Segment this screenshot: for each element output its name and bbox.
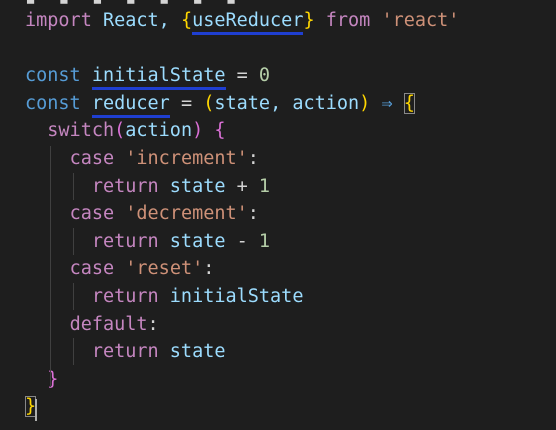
- code-line[interactable]: const reducer = (state, action) ⇒ {: [25, 90, 415, 118]
- code-token: initialState: [91, 65, 226, 91]
- code-line[interactable]: import React, {useReducer} from 'react': [25, 7, 460, 35]
- code-token: initialState: [169, 286, 304, 307]
- code-token: state: [169, 230, 226, 252]
- code-token: state, action: [214, 92, 360, 114]
- code-line[interactable]: const initialState = 0: [25, 62, 271, 91]
- indent-guide: [73, 173, 74, 200]
- code-token: {: [403, 92, 415, 114]
- code-token: 'react': [381, 10, 460, 31]
- code-token: ): [192, 120, 204, 142]
- code-token: 0: [258, 65, 271, 87]
- code-token: -: [225, 230, 259, 252]
- code-line[interactable]: case 'decrement':: [25, 200, 259, 227]
- code-token: state: [169, 341, 226, 363]
- code-token: :: [247, 203, 259, 225]
- code-token: :: [147, 313, 159, 335]
- code-token: =: [225, 65, 259, 87]
- indent-guide: [73, 338, 74, 365]
- code-token: 1: [258, 230, 271, 252]
- text-cursor: [35, 399, 37, 421]
- code-token: :: [203, 258, 215, 280]
- code-token: React,: [91, 10, 181, 31]
- code-token: 1: [258, 175, 271, 197]
- code-token: case: [69, 258, 115, 280]
- code-line[interactable]: return initialState: [25, 283, 304, 310]
- code-token: {: [214, 120, 226, 142]
- code-token: }: [303, 10, 315, 31]
- code-line[interactable]: default:: [25, 311, 159, 338]
- code-token: switch: [47, 120, 115, 142]
- indent-guide: [73, 228, 74, 255]
- code-token: case: [69, 203, 115, 225]
- code-token: ): [359, 92, 371, 114]
- code-token: import: [25, 10, 92, 31]
- code-token: (: [114, 120, 126, 142]
- code-token: return: [91, 286, 159, 307]
- code-token: (: [203, 92, 215, 114]
- code-editor[interactable]: ▪ ▪ ▪ ▪ ▪ ▪ ▪ import React, {useReducer}…: [0, 0, 556, 430]
- code-line[interactable]: case 'reset':: [25, 255, 215, 282]
- code-token: from: [314, 10, 382, 31]
- indent-guide: [50, 146, 51, 387]
- code-token: 'increment': [125, 148, 248, 169]
- code-line[interactable]: case 'increment':: [25, 145, 259, 172]
- code-line[interactable]: }: [25, 366, 58, 393]
- code-line[interactable]: return state: [25, 338, 226, 365]
- code-line[interactable]: return state + 1: [25, 173, 270, 200]
- code-token: 'reset': [125, 258, 204, 280]
- code-token: reducer: [91, 92, 170, 118]
- code-line[interactable]: switch(action) {: [25, 117, 226, 144]
- code-token: case: [69, 148, 115, 169]
- code-token: ⇒: [370, 92, 404, 114]
- indent-guide: [73, 283, 74, 310]
- code-token: 'decrement': [125, 203, 248, 225]
- code-token: useReducer: [192, 10, 304, 35]
- code-token: }: [47, 368, 59, 390]
- code-token: {: [180, 10, 193, 31]
- code-token: return: [91, 341, 159, 363]
- code-token: +: [225, 175, 259, 197]
- code-token: action: [125, 120, 193, 142]
- code-token: return: [91, 175, 159, 197]
- code-token: state: [169, 175, 226, 197]
- code-token: :: [247, 148, 259, 169]
- code-token: default: [69, 313, 148, 335]
- code-token: const: [25, 65, 81, 87]
- code-line[interactable]: return state - 1: [25, 228, 270, 255]
- code-token: return: [91, 230, 159, 252]
- code-token: =: [169, 92, 204, 114]
- code-token: const: [25, 92, 81, 114]
